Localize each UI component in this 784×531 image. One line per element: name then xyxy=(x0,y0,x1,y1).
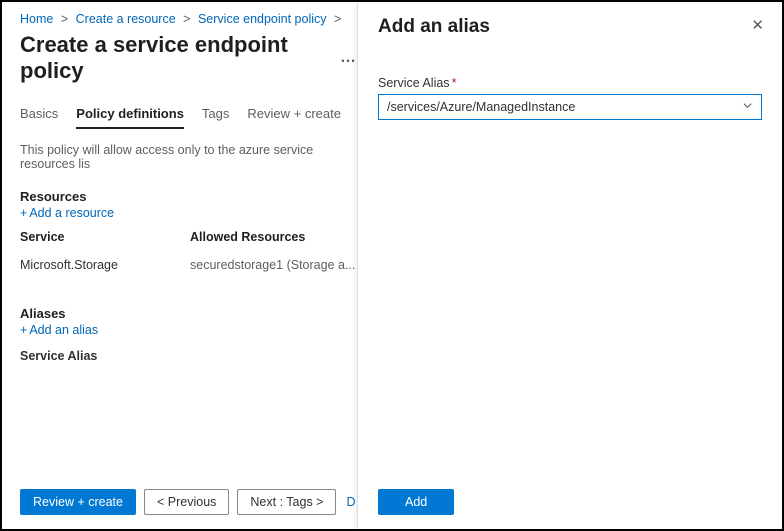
tab-review-create[interactable]: Review + create xyxy=(247,106,341,129)
chevron-right-icon: > xyxy=(334,12,341,26)
chevron-right-icon: > xyxy=(183,12,190,26)
policy-description: This policy will allow access only to th… xyxy=(20,143,357,171)
page-title: Create a service endpoint policy … xyxy=(20,32,357,84)
breadcrumb-home[interactable]: Home xyxy=(20,12,53,26)
cell-service: Microsoft.Storage xyxy=(20,258,190,272)
add-button[interactable]: Add xyxy=(378,489,454,515)
review-create-button[interactable]: Review + create xyxy=(20,489,136,515)
add-alias-panel: Add an alias ✕ Service Alias* /services/… xyxy=(357,2,782,529)
resources-heading: Resources xyxy=(20,189,357,204)
breadcrumb-service-endpoint-policy[interactable]: Service endpoint policy xyxy=(198,12,327,26)
col-service: Service xyxy=(20,230,190,244)
next-button[interactable]: Next : Tags > xyxy=(237,489,336,515)
previous-button[interactable]: < Previous xyxy=(144,489,229,515)
more-icon[interactable]: … xyxy=(340,49,357,67)
page-title-text: Create a service endpoint policy xyxy=(20,32,328,84)
tab-policy-definitions[interactable]: Policy definitions xyxy=(76,106,184,129)
table-row: Microsoft.Storage securedstorage1 (Stora… xyxy=(20,258,357,272)
service-alias-select[interactable]: /services/Azure/ManagedInstance xyxy=(378,94,762,120)
download-link[interactable]: D xyxy=(346,495,355,509)
plus-icon: + xyxy=(20,206,27,220)
tabs: Basics Policy definitions Tags Review + … xyxy=(20,106,357,129)
resources-table-header: Service Allowed Resources xyxy=(20,230,357,244)
cell-allowed: securedstorage1 (Storage a... xyxy=(190,258,355,272)
plus-icon: + xyxy=(20,323,27,337)
required-icon: * xyxy=(452,76,457,90)
service-alias-label: Service Alias* xyxy=(378,76,762,90)
add-resource-label: Add a resource xyxy=(29,206,114,220)
col-allowed-resources: Allowed Resources xyxy=(190,230,305,244)
aliases-heading: Aliases xyxy=(20,306,357,321)
tab-basics[interactable]: Basics xyxy=(20,106,58,129)
breadcrumb: Home > Create a resource > Service endpo… xyxy=(20,12,357,26)
wizard-footer: Review + create < Previous Next : Tags >… xyxy=(20,489,357,515)
chevron-right-icon: > xyxy=(61,12,68,26)
chevron-down-icon xyxy=(742,100,753,114)
add-alias-link[interactable]: +Add an alias xyxy=(20,323,357,337)
close-icon[interactable]: ✕ xyxy=(751,16,764,34)
add-alias-label: Add an alias xyxy=(29,323,98,337)
col-service-alias: Service Alias xyxy=(20,349,357,363)
panel-title: Add an alias xyxy=(378,16,762,38)
add-resource-link[interactable]: +Add a resource xyxy=(20,206,357,220)
breadcrumb-create-resource[interactable]: Create a resource xyxy=(76,12,176,26)
service-alias-value: /services/Azure/ManagedInstance xyxy=(387,100,575,114)
tab-tags[interactable]: Tags xyxy=(202,106,229,129)
